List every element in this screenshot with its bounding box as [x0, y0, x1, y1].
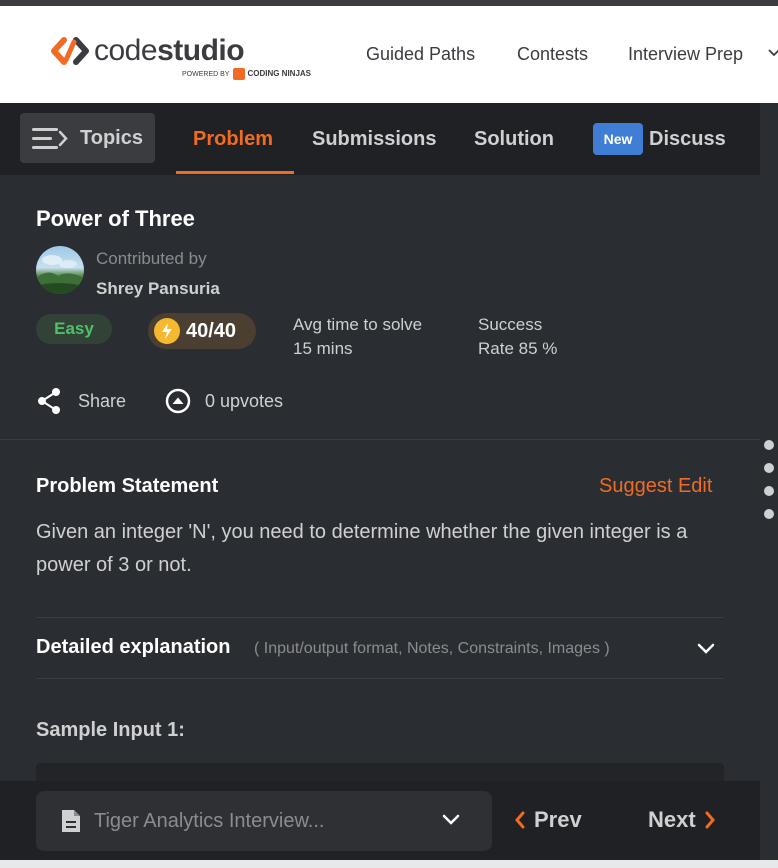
upvote-button[interactable]: 0 upvotes	[164, 387, 283, 415]
next-label: Next	[648, 807, 696, 832]
nav-contests[interactable]: Contests	[517, 44, 588, 65]
dropdown-value: Tiger Analytics Interview...	[94, 809, 325, 832]
problem-panel: Topics Problem Submissions Solution New …	[0, 103, 760, 868]
contributor-name[interactable]: Shrey Pansuria	[96, 279, 220, 299]
share-icon	[38, 388, 60, 414]
chevron-down-icon	[442, 814, 460, 825]
prev-button[interactable]: Prev	[514, 807, 582, 833]
tab-problem[interactable]: Problem	[193, 128, 273, 151]
detailed-explanation-title[interactable]: Detailed explanation	[36, 636, 231, 659]
detail-divider-top	[36, 617, 724, 618]
site-header: codestudio POWERED BY CODING NINJAS Guid…	[0, 6, 778, 103]
detailed-explanation-subtitle: ( Input/output format, Notes, Constraint…	[254, 640, 610, 657]
problem-list-dropdown[interactable]: Tiger Analytics Interview...	[36, 791, 492, 851]
nav-guided-paths[interactable]: Guided Paths	[366, 44, 475, 65]
success-label: Success	[478, 315, 543, 334]
problem-tabs: Topics Problem Submissions Solution New …	[0, 103, 760, 175]
suggest-edit-link[interactable]: Suggest Edit	[599, 475, 712, 498]
problem-title: Power of Three	[36, 206, 195, 231]
codestudio-logo[interactable]: codestudio POWERED BY CODING NINJAS	[50, 36, 311, 80]
coding-ninjas-icon	[233, 68, 246, 80]
success-rate-value: Rate 85 %	[478, 339, 558, 358]
score-value: 40/40	[186, 319, 237, 342]
problem-footer: Tiger Analytics Interview... Prev Next	[0, 781, 760, 868]
chevron-right-icon	[705, 811, 715, 829]
powered-by-label: POWERED BY	[182, 70, 230, 78]
score-badge: 40/40	[148, 313, 256, 349]
document-icon	[62, 810, 80, 832]
nav-chevron-down-icon[interactable]	[768, 46, 778, 64]
bolt-icon	[154, 318, 180, 344]
prev-label: Prev	[534, 807, 582, 832]
panel-resize-handle[interactable]	[764, 440, 776, 532]
tab-discuss[interactable]: Discuss	[649, 128, 726, 151]
topics-button[interactable]: Topics	[20, 113, 155, 163]
sample-input-title: Sample Input 1:	[36, 719, 185, 741]
nav-interview-prep[interactable]: Interview Prep	[628, 44, 743, 65]
expand-chevron-down-icon[interactable]	[696, 638, 716, 663]
detail-divider-bottom	[36, 678, 724, 679]
coding-ninjas-label: CODING NINJAS	[247, 69, 312, 78]
tab-solution[interactable]: Solution	[474, 128, 554, 151]
chevron-left-icon	[515, 811, 525, 829]
topics-menu-icon	[32, 128, 68, 149]
next-button[interactable]: Next	[648, 807, 716, 833]
problem-statement-body: Given an integer 'N', you need to determ…	[36, 521, 688, 576]
tab-submissions[interactable]: Submissions	[312, 128, 436, 151]
problem-statement-title: Problem Statement	[36, 475, 219, 497]
sample-input-box	[36, 763, 724, 783]
active-tab-indicator	[176, 171, 294, 174]
upvote-icon	[165, 388, 191, 414]
avatar[interactable]	[36, 246, 84, 294]
new-badge: New	[593, 123, 643, 155]
section-divider	[0, 439, 760, 440]
difficulty-badge: Easy	[36, 314, 112, 344]
avg-time-value: 15 mins	[293, 339, 353, 358]
topics-label: Topics	[80, 126, 143, 149]
upvotes-count: 0 upvotes	[205, 390, 284, 411]
logo-mark-icon	[50, 36, 90, 66]
logo-text-code: code	[94, 34, 158, 67]
share-label: Share	[78, 390, 127, 411]
logo-text-studio: studio	[157, 34, 245, 67]
share-button[interactable]: Share	[36, 387, 126, 415]
avg-time-label: Avg time to solve	[293, 315, 423, 334]
window-bottom-edge	[0, 860, 778, 868]
contributed-by-label: Contributed by	[96, 249, 207, 268]
